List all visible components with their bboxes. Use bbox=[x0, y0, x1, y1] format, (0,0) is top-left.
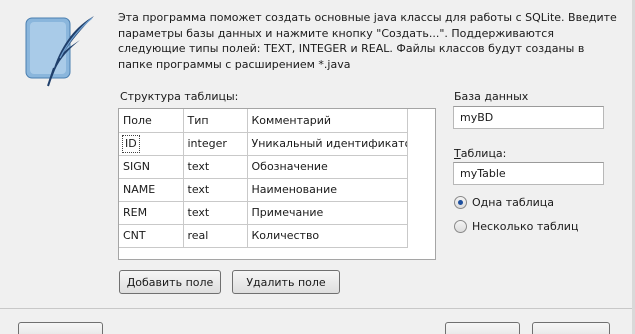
cell-comment[interactable]: Наименование bbox=[246, 177, 408, 202]
table-name-field[interactable]: myTable bbox=[453, 162, 604, 185]
database-name-field[interactable]: myBD bbox=[453, 106, 604, 129]
column-header-field[interactable]: Поле bbox=[119, 109, 184, 133]
cell-field[interactable]: ID bbox=[119, 131, 184, 156]
footer-button-right[interactable] bbox=[532, 322, 610, 334]
cell-type[interactable]: real bbox=[182, 223, 248, 248]
table-row[interactable]: ID integer Уникальный идентификато bbox=[119, 131, 408, 156]
table-row[interactable]: CNT real Количество bbox=[119, 223, 408, 248]
table-label-mnemonic: Т bbox=[454, 147, 461, 160]
radio-unchecked-icon[interactable] bbox=[454, 220, 467, 233]
single-table-radio-label: Одна таблица bbox=[472, 196, 555, 209]
cell-comment[interactable]: Обозначение bbox=[246, 154, 408, 179]
table-row[interactable]: REM text Примечание bbox=[119, 200, 408, 225]
multiple-tables-radio[interactable]: Несколько таблиц bbox=[454, 220, 578, 233]
table-label-rest: аблица: bbox=[460, 147, 507, 160]
table-row[interactable]: SIGN text Обозначение bbox=[119, 154, 408, 179]
cell-field[interactable]: REM bbox=[119, 200, 184, 225]
cell-type[interactable]: text bbox=[182, 154, 248, 179]
footer-button-left[interactable] bbox=[18, 322, 103, 334]
cell-comment[interactable]: Примечание bbox=[246, 200, 408, 225]
sqlite-feather-logo-icon bbox=[25, 16, 94, 87]
cell-type[interactable]: text bbox=[182, 200, 248, 225]
cell-comment[interactable]: Количество bbox=[246, 223, 408, 248]
cell-comment[interactable]: Уникальный идентификато bbox=[246, 131, 408, 156]
radio-checked-icon[interactable] bbox=[454, 196, 467, 209]
single-table-radio[interactable]: Одна таблица bbox=[454, 196, 554, 209]
table-structure-label: Структура таблицы: bbox=[120, 90, 239, 103]
footer-button-create[interactable] bbox=[445, 322, 520, 334]
column-header-comment[interactable]: Комментарий bbox=[246, 109, 408, 133]
table-name-label: Таблица: bbox=[454, 147, 506, 160]
table-row[interactable]: NAME text Наименование bbox=[119, 177, 408, 202]
cell-field[interactable]: SIGN bbox=[119, 154, 184, 179]
grid-header-row: Поле Тип Комментарий bbox=[119, 109, 408, 133]
cell-type[interactable]: integer bbox=[182, 131, 248, 156]
multiple-tables-radio-label: Несколько таблиц bbox=[472, 220, 579, 233]
cell-field[interactable]: CNT bbox=[119, 223, 184, 248]
structure-grid[interactable]: Поле Тип Комментарий ID integer Уникальн… bbox=[118, 108, 436, 260]
footer-separator bbox=[0, 308, 635, 309]
intro-text: Эта программа поможет создать основные j… bbox=[118, 11, 617, 71]
database-label: База данных bbox=[454, 90, 529, 103]
delete-field-button[interactable]: Удалить поле bbox=[232, 270, 340, 294]
column-header-type[interactable]: Тип bbox=[182, 109, 248, 133]
cell-type[interactable]: text bbox=[182, 177, 248, 202]
cell-field[interactable]: NAME bbox=[119, 177, 184, 202]
add-field-button[interactable]: Добавить поле bbox=[119, 270, 221, 294]
